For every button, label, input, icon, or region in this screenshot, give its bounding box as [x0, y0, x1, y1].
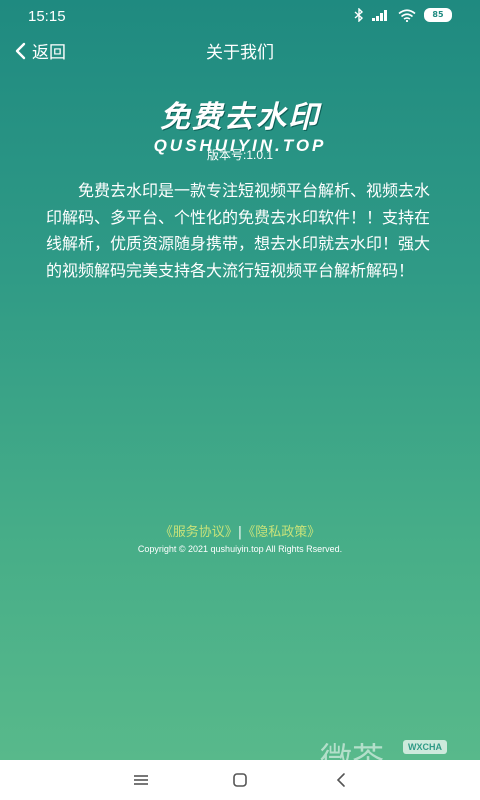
logo-name-cn: 免费去水印: [160, 100, 320, 135]
battery-icon: 85: [424, 8, 452, 22]
watermark-badge: WXCHA: [403, 740, 447, 754]
policy-links: 《服务协议》|《隐私政策》: [0, 521, 480, 540]
page-title: 关于我们: [206, 43, 274, 62]
app-description: 免费去水印是一款专注短视频平台解析、视频去水印解码、多平台、个性化的免费去水印软…: [46, 181, 431, 280]
app-screen: 15:15 85 返回 关于我们 免费去水印 QUSHUIYIN.TOP 版本号…: [0, 0, 480, 760]
privacy-policy-link[interactable]: 《隐私政策》: [242, 525, 320, 540]
system-nav-bar: [0, 760, 480, 800]
version-label: 版本号:1.0.1: [206, 148, 274, 162]
menu-icon[interactable]: [131, 770, 151, 790]
title-bar: 返回 关于我们: [0, 32, 480, 68]
copyright-text: Copyright © 2021 qushuiyin.top All Right…: [137, 544, 343, 554]
service-agreement-link[interactable]: 《服务协议》: [160, 525, 238, 540]
back-nav-icon[interactable]: [331, 770, 351, 790]
status-icons: 85: [354, 8, 452, 22]
wifi-icon: [398, 8, 416, 22]
status-time: 15:15: [28, 8, 66, 25]
bluetooth-icon: [354, 8, 364, 22]
home-icon[interactable]: [230, 770, 250, 790]
signal-icon: [372, 10, 387, 21]
status-bar: 15:15 85: [0, 0, 480, 32]
